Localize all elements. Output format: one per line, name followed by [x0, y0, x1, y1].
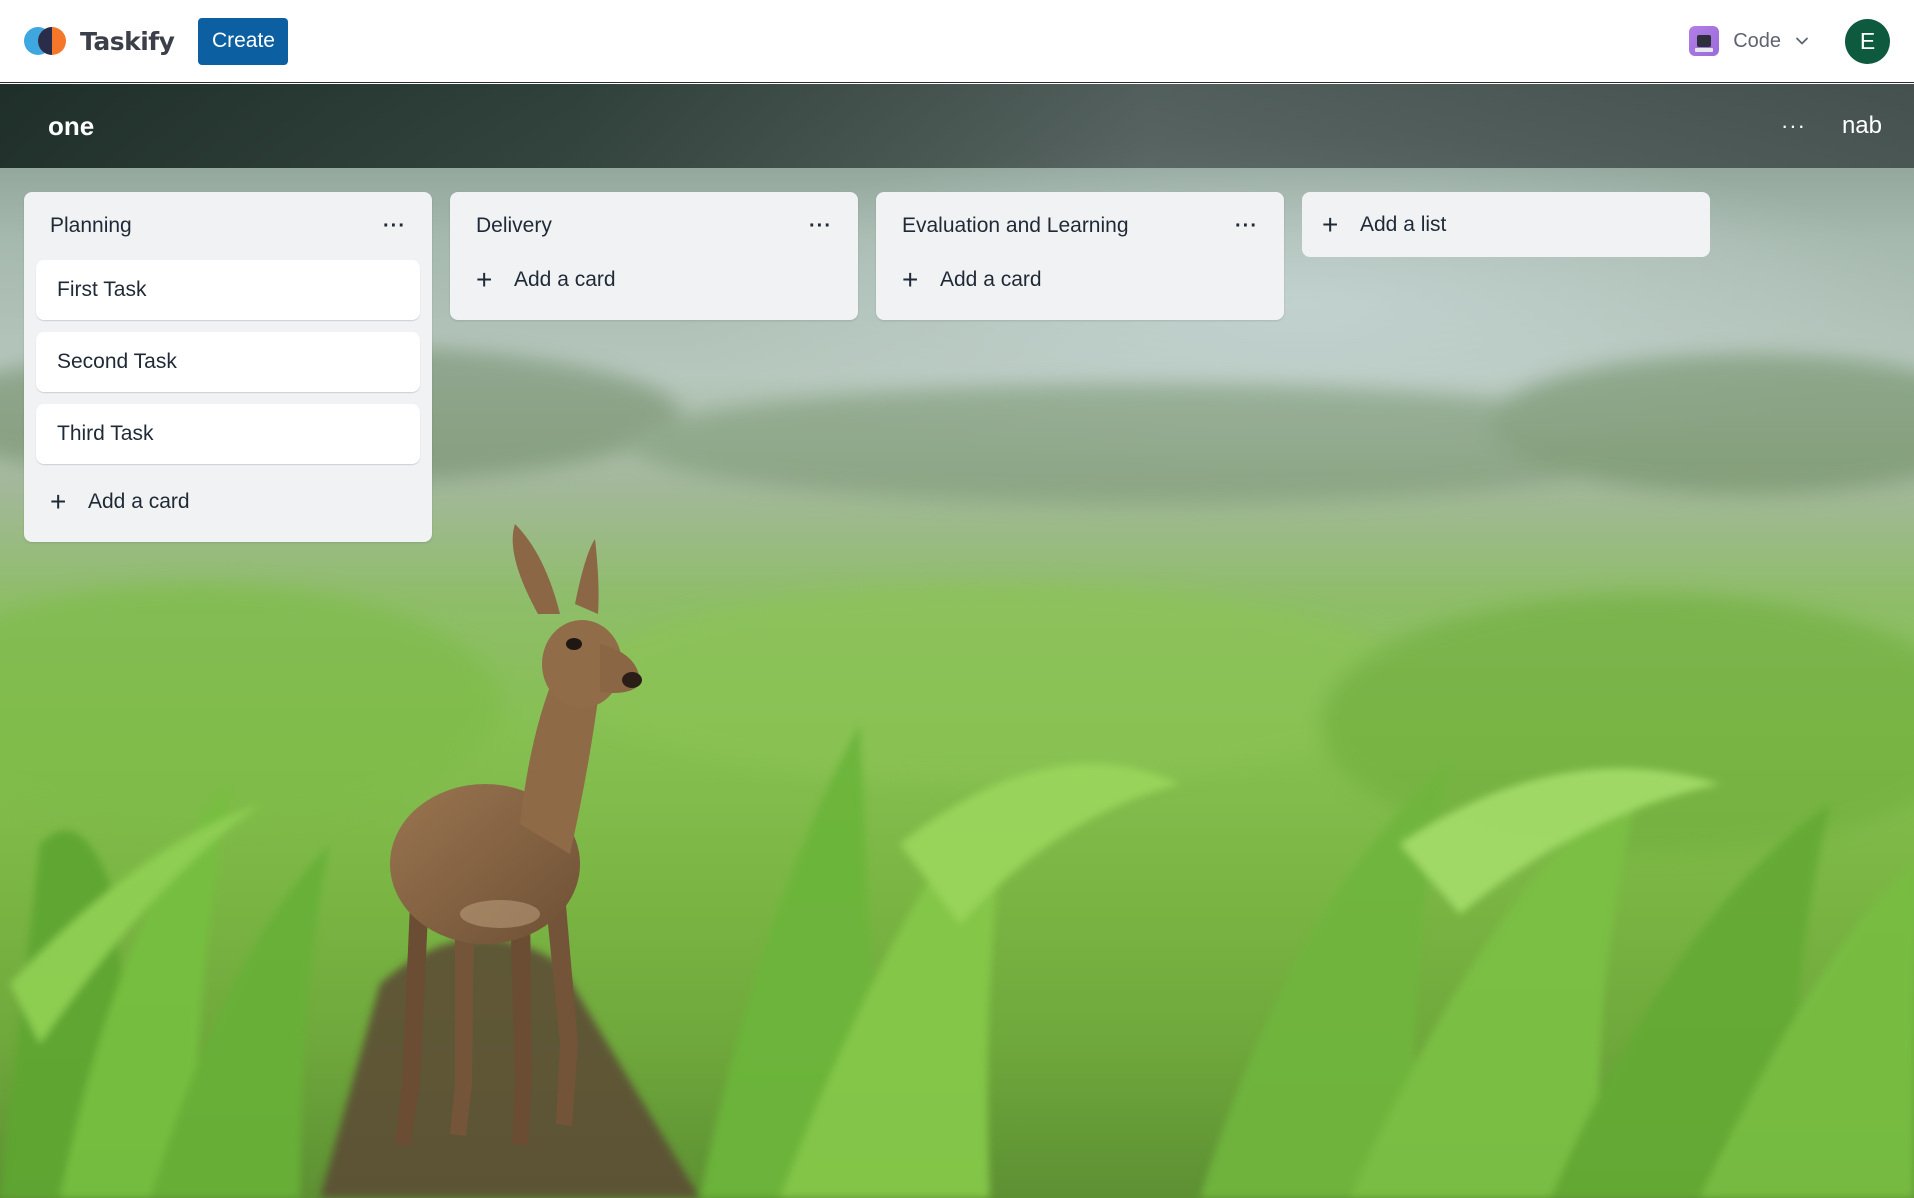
user-avatar[interactable]: E [1845, 18, 1890, 64]
board-menu-icon[interactable]: ··· [1781, 115, 1806, 137]
add-list-label: Add a list [1360, 212, 1447, 236]
add-card-label: Add a card [88, 490, 190, 513]
board-user-label[interactable]: nab [1842, 112, 1882, 140]
list-evaluation-and-learning: Evaluation and Learning ··· + Add a card [876, 192, 1284, 320]
workspace-switcher[interactable]: Code [1689, 26, 1809, 56]
create-button[interactable]: Create [198, 17, 289, 65]
top-navbar: Taskify Create Code E [0, 0, 1914, 83]
add-card-label: Add a card [514, 268, 616, 291]
logo-mark-icon [24, 26, 68, 56]
plus-icon: + [476, 264, 493, 295]
app-name: Taskify [80, 26, 175, 56]
navbar-right: Code E [1689, 18, 1890, 64]
add-card-label: Add a card [940, 268, 1042, 291]
list-menu-icon[interactable]: ··· [383, 216, 406, 236]
plus-icon: + [50, 486, 67, 517]
list-menu-icon[interactable]: ··· [809, 216, 832, 236]
board-actions: ··· nab [1781, 112, 1882, 140]
board-title[interactable]: one [48, 111, 94, 142]
add-card-button[interactable]: + Add a card [888, 252, 1272, 308]
card-item[interactable]: Third Task [36, 404, 420, 464]
list-header: Delivery ··· [462, 192, 846, 260]
add-card-button[interactable]: + Add a card [36, 474, 420, 530]
list-title[interactable]: Planning [50, 214, 132, 238]
computer-icon [1689, 26, 1720, 56]
card-item[interactable]: Second Task [36, 332, 420, 392]
workspace-label: Code [1733, 29, 1781, 52]
add-card-button[interactable]: + Add a card [462, 252, 846, 308]
list-planning: Planning ··· First Task Second Task Thir… [24, 192, 432, 542]
app-logo[interactable]: Taskify [24, 26, 175, 56]
list-menu-icon[interactable]: ··· [1235, 216, 1258, 236]
list-header: Evaluation and Learning ··· [888, 192, 1272, 260]
add-list-button[interactable]: + Add a list [1302, 192, 1710, 257]
board-header: one ··· nab [0, 84, 1914, 168]
list-delivery: Delivery ··· + Add a card [450, 192, 858, 320]
list-title[interactable]: Evaluation and Learning [902, 214, 1129, 238]
plus-icon: + [902, 264, 919, 295]
plus-icon: + [1322, 208, 1339, 240]
list-title[interactable]: Delivery [476, 214, 552, 238]
list-header: Planning ··· [36, 192, 420, 260]
chevron-down-icon [1796, 37, 1808, 45]
card-item[interactable]: First Task [36, 260, 420, 320]
